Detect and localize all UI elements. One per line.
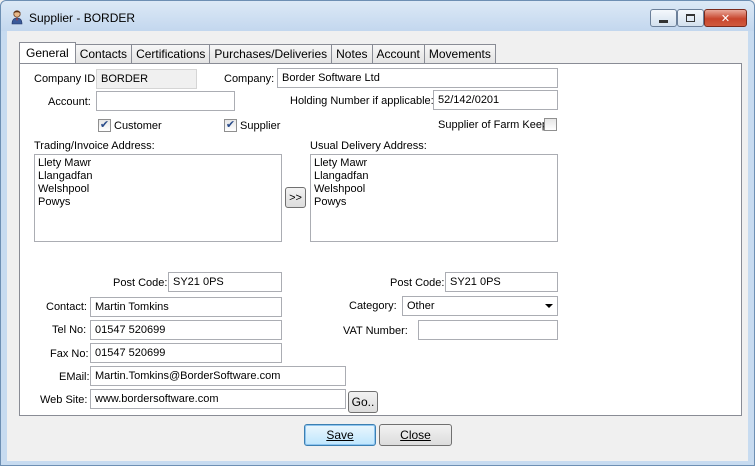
email-label: EMail: [59,371,90,383]
maximize-icon [686,14,695,22]
close-button-label: Close [400,428,431,442]
customer-checkbox[interactable]: ✔ [98,119,111,132]
save-button[interactable]: Save [304,424,376,446]
tab-certifications[interactable]: Certifications [131,44,211,63]
address-line: Powys [314,196,347,208]
category-value: Other [407,300,435,312]
category-select[interactable]: Other [402,296,558,316]
address-line: Llety Mawr [38,157,92,169]
address-line: Llangadfan [314,170,369,182]
tab-contacts[interactable]: Contacts [74,44,133,63]
title-bar[interactable]: Supplier - BORDER ✕ [1,1,754,31]
company-id-field: BORDER [96,69,197,89]
trading-address-label: Trading/Invoice Address: [34,140,155,152]
supplier-window: Supplier - BORDER ✕ General Contacts Cer… [0,0,755,466]
tab-account[interactable]: Account [371,44,425,63]
holding-number-field[interactable]: 52/142/0201 [433,90,558,110]
person-icon [11,10,23,25]
tab-general[interactable]: General [19,42,76,63]
delivery-address-label: Usual Delivery Address: [310,140,427,152]
client-area: General Contacts Certifications Purchase… [7,31,748,461]
tab-strip: General Contacts Certifications Purchase… [19,42,496,63]
supplier-checkbox[interactable]: ✔ [224,119,237,132]
address-line: Powys [38,196,71,208]
check-mark-icon: ✔ [225,119,236,131]
maximize-button[interactable] [677,9,704,27]
save-button-label: Save [326,428,354,442]
contact-label: Contact: [46,301,87,313]
farm-keep-label: Supplier of Farm Keep [438,119,549,131]
tab-movements[interactable]: Movements [423,44,496,63]
general-panel: Company ID: BORDER Company: Border Softw… [19,63,742,416]
tab-purchases-deliveries[interactable]: Purchases/Deliveries [209,44,333,63]
company-field[interactable]: Border Software Ltd [277,68,558,88]
address-line: Welshpool [38,183,90,195]
postcode-label: Post Code: [113,277,168,289]
holding-number-label: Holding Number if applicable: [290,95,434,107]
delivery-address-field[interactable]: Llety Mawr Llangadfan Welshpool Powys [310,154,558,242]
account-field[interactable] [96,91,235,111]
delivery-postcode-label: Post Code: [390,277,445,289]
delivery-postcode-field[interactable]: SY21 0PS [445,272,558,292]
company-id-label: Company ID: [34,73,99,85]
close-button[interactable]: Close [379,424,452,446]
farm-keep-checkbox[interactable] [544,118,557,131]
website-field[interactable]: www.bordersoftware.com [90,389,346,409]
vat-label: VAT Number: [343,325,408,337]
account-label: Account: [48,96,91,108]
go-button[interactable]: Go.. [348,391,378,413]
vat-field[interactable] [418,320,558,340]
window-title: Supplier - BORDER [29,11,136,25]
tab-notes[interactable]: Notes [331,44,373,63]
fax-field[interactable]: 01547 520699 [90,343,282,363]
address-line: Welshpool [314,183,366,195]
tel-field[interactable]: 01547 520699 [90,320,282,340]
copy-address-button[interactable]: >> [285,187,306,208]
customer-label: Customer [114,120,162,132]
minimize-button[interactable] [650,9,677,27]
email-field[interactable]: Martin.Tomkins@BorderSoftware.com [90,366,346,386]
close-icon: ✕ [720,12,731,25]
chevron-down-icon [545,304,553,308]
trading-address-field[interactable]: Llety Mawr Llangadfan Welshpool Powys [34,154,282,242]
website-label: Web Site: [40,394,88,406]
check-mark-icon: ✔ [99,119,110,131]
address-line: Llety Mawr [314,157,368,169]
tel-label: Tel No: [52,324,87,336]
supplier-label: Supplier [240,120,281,132]
company-label: Company: [224,73,275,85]
postcode-field[interactable]: SY21 0PS [168,272,282,292]
fax-label: Fax No: [50,348,89,360]
close-window-button[interactable]: ✕ [704,9,747,27]
address-line: Llangadfan [38,170,93,182]
minimize-icon [659,19,668,23]
category-label: Category: [349,300,397,312]
contact-field[interactable]: Martin Tomkins [90,297,282,317]
